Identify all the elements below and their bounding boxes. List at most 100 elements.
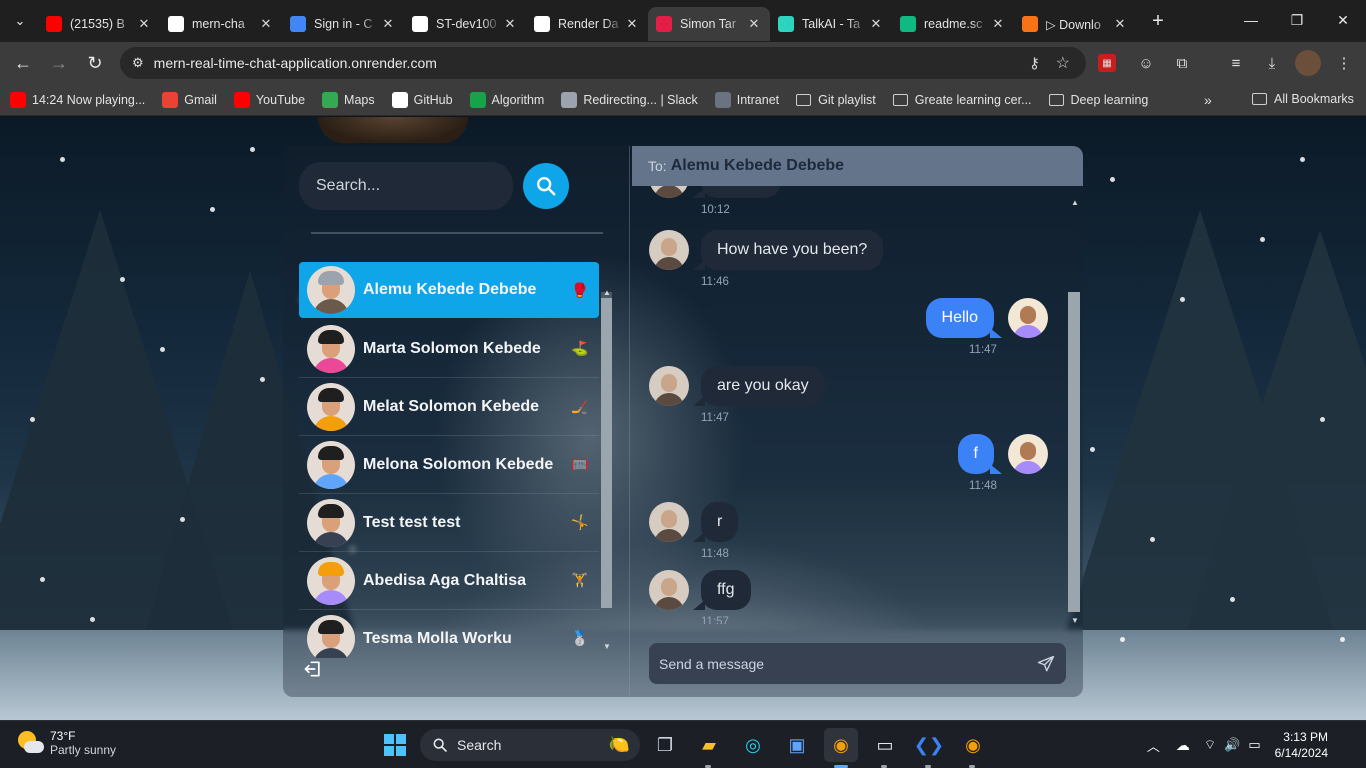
close-tab-icon[interactable]: ✕ (380, 16, 396, 32)
downloads-icon[interactable]: ⤓ (1260, 51, 1284, 75)
message-bubble: Hello (925, 298, 1003, 338)
clock[interactable]: 3:13 PM 6/14/2024 (1275, 729, 1328, 761)
bookmarks-overflow-icon[interactable]: » (1204, 92, 1212, 108)
conversation-name: Alemu Kebede Debebe (363, 281, 537, 298)
new-tab-plus-icon[interactable]: + (1144, 7, 1172, 35)
taskbar-search[interactable]: Search 🍋 (420, 729, 640, 761)
chat-scroll-down-icon[interactable]: ▼ (1071, 616, 1079, 625)
bookmark-label: Greate learning cer... (914, 92, 1032, 107)
bookmark-item[interactable]: Greate learning cer... (892, 92, 1032, 107)
conversation-item[interactable]: Melat Solomon Kebede 🏒 (299, 378, 599, 436)
browser-tab[interactable]: ▷ Downlo ✕ (1014, 7, 1136, 41)
browser-tab[interactable]: Simon Tar ✕ (648, 7, 770, 41)
incoming-message: are you okay (649, 366, 825, 406)
microsoft-store-icon[interactable]: ▣ (780, 728, 814, 762)
file-explorer-icon[interactable]: ▰ (692, 728, 726, 762)
browser-tab[interactable]: readme.sc ✕ (892, 7, 1014, 41)
close-tab-icon[interactable]: ✕ (136, 16, 152, 32)
download-tab-icon (1022, 16, 1038, 32)
bookmark-item[interactable]: Git playlist (796, 93, 876, 107)
bookmark-item[interactable]: Maps (322, 91, 375, 108)
chrome-icon[interactable]: ◉ (824, 728, 858, 762)
minimize-icon[interactable]: — (1228, 0, 1274, 40)
logout-icon[interactable] (303, 659, 323, 679)
site-info-icon[interactable]: ⚙ (132, 55, 144, 71)
bookmark-star-icon[interactable]: ☆ (1056, 53, 1070, 73)
status-emoji-icon: 🏋 (571, 572, 589, 588)
page-background: Alemu Kebede Debebe 🥊 Marta Solomon Kebede… (0, 117, 1366, 720)
battery-icon[interactable]: ▭ (1248, 737, 1260, 753)
bookmark-item[interactable]: Intranet (714, 91, 779, 108)
password-key-icon[interactable]: ⚷ (1029, 54, 1040, 72)
conversation-item[interactable]: Melona Solomon Kebede 🥅 (299, 436, 599, 494)
chrome-menu-icon[interactable]: ⋮ (1332, 51, 1356, 75)
maximize-icon[interactable]: ❐ (1274, 0, 1320, 40)
browser-tab[interactable]: ST-dev100 ✕ (404, 7, 526, 41)
browser-tab[interactable]: (21535) B ✕ (38, 7, 160, 41)
bookmark-item[interactable]: Gmail (162, 91, 217, 108)
terminal-icon[interactable]: ▭ (868, 728, 902, 762)
sleigh-decoration (318, 117, 468, 143)
avatar (307, 498, 355, 547)
message-input[interactable] (659, 655, 1026, 672)
close-tab-icon[interactable]: ✕ (258, 16, 274, 32)
onedrive-cloud-icon[interactable]: ☁ (1176, 737, 1190, 754)
close-tab-icon[interactable]: ✕ (990, 16, 1006, 32)
scroll-down-arrow-icon[interactable]: ▼ (603, 642, 611, 651)
message-avatar (649, 186, 689, 198)
browser-tab[interactable]: Sign in - C ✕ (282, 7, 404, 41)
chrome-profile-icon[interactable]: ◉ (956, 728, 990, 762)
profile-avatar[interactable] (1295, 50, 1321, 76)
recipient-name: Alemu Kebede Debebe (670, 157, 845, 174)
bookmark-item[interactable]: Algorithm (469, 91, 544, 108)
media-queue-icon[interactable]: ≡ (1224, 51, 1248, 75)
bookmark-item[interactable]: Redirecting... | Slack (561, 91, 698, 108)
folder-icon (1252, 93, 1267, 105)
folder-icon (1048, 93, 1064, 106)
wifi-icon[interactable]: ⌔ (1204, 737, 1216, 753)
weather-widget[interactable]: 73°F Partly sunny (16, 729, 116, 757)
browser-tab[interactable]: mern-cha ✕ (160, 7, 282, 41)
all-bookmarks-folder[interactable]: All Bookmarks (1252, 92, 1354, 106)
conversation-item[interactable]: Abedisa Aga Chaltisa 🏋 (299, 552, 599, 610)
conversation-item[interactable]: Marta Solomon Kebede ⛳ (299, 320, 599, 378)
back-arrow-icon[interactable]: ← (6, 46, 40, 80)
browser-tab[interactable]: Render Da ✕ (526, 7, 648, 41)
close-tab-icon[interactable]: ✕ (868, 16, 884, 32)
bookmark-item[interactable]: YouTube (233, 91, 305, 108)
volume-icon[interactable]: 🔊 (1224, 737, 1240, 753)
extension-face-icon[interactable]: ☺ (1134, 51, 1158, 75)
forward-arrow-icon[interactable]: → (42, 46, 76, 80)
close-tab-icon[interactable]: ✕ (502, 16, 518, 32)
address-bar[interactable]: ⚙ mern-real-time-chat-application.onrend… (120, 47, 1086, 79)
search-button[interactable] (523, 163, 569, 209)
chat-scrollbar-thumb[interactable] (1068, 292, 1080, 612)
edge-browser-icon[interactable]: ◎ (736, 728, 770, 762)
bookmark-item[interactable]: 14:24 Now playing... (10, 91, 145, 108)
bookmark-item[interactable]: GitHub (391, 91, 453, 108)
tab-title: readme.sc (924, 17, 983, 31)
conversation-item[interactable]: Alemu Kebede Debebe 🥊 (299, 262, 599, 318)
close-window-icon[interactable]: ✕ (1320, 0, 1366, 40)
reload-icon[interactable]: ↻ (78, 46, 112, 80)
sidebar-scrollbar-thumb[interactable] (601, 298, 612, 608)
chat-scroll-up-icon[interactable]: ▲ (1071, 198, 1079, 207)
close-tab-icon[interactable]: ✕ (746, 16, 762, 32)
task-view-icon[interactable]: ❐ (648, 728, 682, 762)
browser-tab[interactable]: TalkAI - Ta ✕ (770, 7, 892, 41)
windows-start-icon[interactable] (378, 728, 412, 762)
send-button[interactable] (1026, 644, 1066, 684)
vscode-icon[interactable]: ❮❯ (912, 728, 946, 762)
close-tab-icon[interactable]: ✕ (1112, 16, 1128, 32)
bookmark-item[interactable]: Deep learning (1048, 93, 1148, 107)
conversation-item[interactable]: Tesma Molla Worku 🥈 (299, 610, 599, 658)
incoming-message: r (649, 502, 739, 542)
extensions-puzzle-icon[interactable]: ⧉ (1170, 51, 1194, 75)
close-tab-icon[interactable]: ✕ (624, 16, 640, 32)
tab-search-chevron-icon[interactable]: ⌄ (6, 7, 34, 35)
tray-overflow-chevron-icon[interactable]: ︿ (1147, 736, 1160, 755)
conversation-item[interactable]: Test test test 🤸 (299, 494, 599, 552)
extension-red-icon[interactable]: ▦ (1098, 54, 1116, 72)
search-input[interactable] (299, 162, 513, 210)
scroll-up-arrow-icon[interactable]: ▲ (603, 288, 611, 297)
